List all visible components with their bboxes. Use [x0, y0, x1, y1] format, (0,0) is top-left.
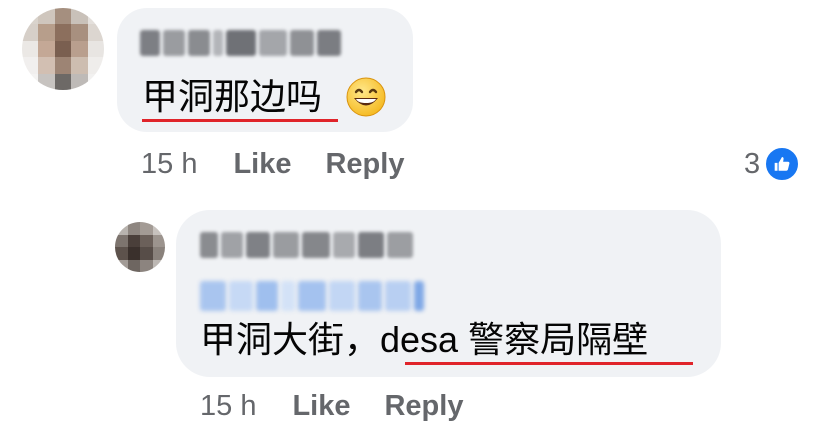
reaction-count: 3 — [744, 147, 761, 180]
like-button[interactable]: Like — [292, 390, 350, 423]
text-underline — [142, 119, 338, 122]
grinning-face-emoji — [346, 77, 386, 117]
commenter-avatar[interactable] — [22, 8, 104, 90]
reaction-summary[interactable]: 3 — [744, 146, 801, 182]
reply-text: 甲洞大街，desa 警察局隔壁 — [200, 318, 648, 362]
thumbs-up-icon — [764, 146, 801, 182]
comment-actions: 15 h Like Reply — [141, 148, 438, 181]
comment-text: 甲洞那边吗 — [142, 76, 323, 117]
reply-text-underlined: desa 警察局隔壁 — [380, 319, 649, 360]
reply-button[interactable]: Reply — [384, 390, 463, 423]
replier-name-redacted[interactable] — [200, 232, 413, 258]
reply-timestamp[interactable]: 15 h — [200, 390, 256, 423]
reply-actions: 15 h Like Reply — [200, 390, 497, 423]
reply-button[interactable]: Reply — [325, 148, 404, 181]
reply-text-prefix: 甲洞大街， — [200, 319, 381, 360]
like-button[interactable]: Like — [233, 148, 291, 181]
replier-avatar[interactable] — [115, 222, 165, 272]
comment-timestamp[interactable]: 15 h — [141, 148, 197, 181]
text-underline — [405, 362, 693, 365]
commenter-name-redacted[interactable] — [140, 30, 341, 56]
mentioned-user-redacted[interactable] — [200, 281, 424, 311]
